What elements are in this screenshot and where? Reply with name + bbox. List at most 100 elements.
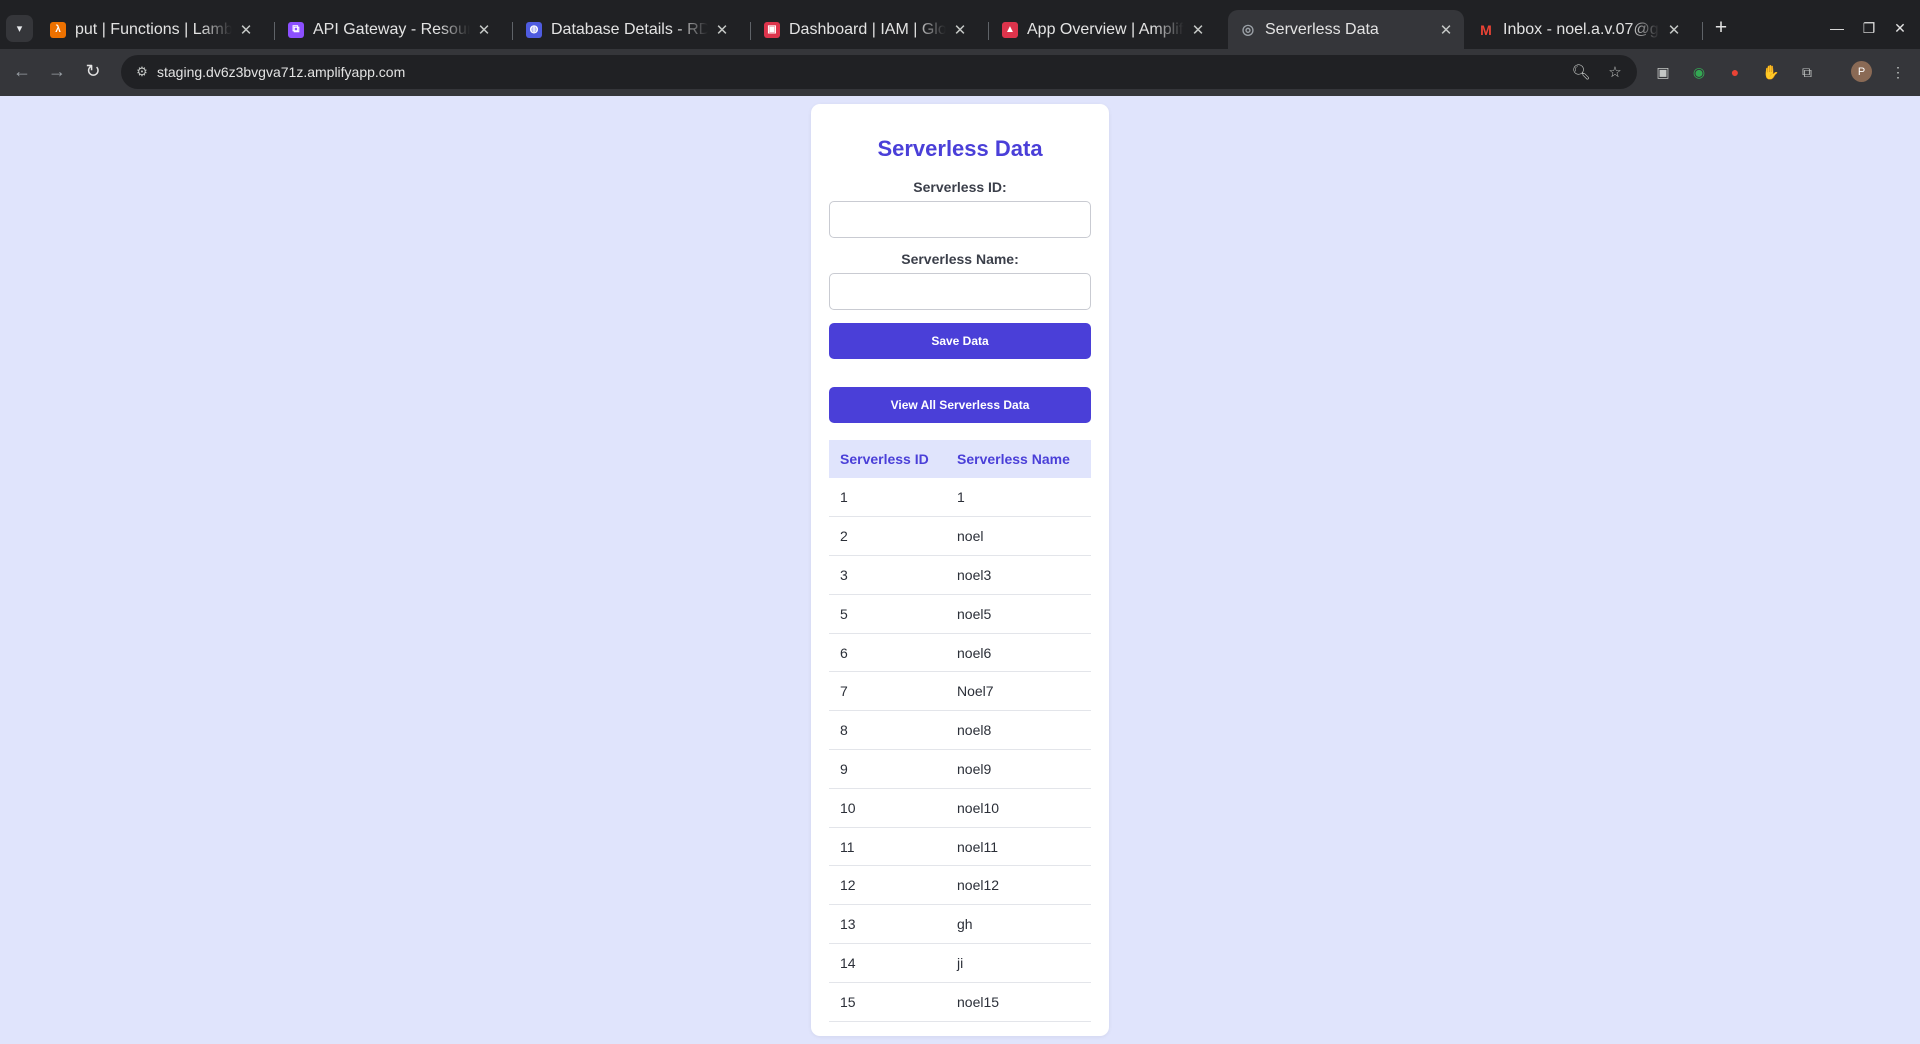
table-row: 3 noel3 bbox=[829, 555, 1091, 595]
table-row: 11 bbox=[829, 478, 1091, 518]
globe-icon: ◎ bbox=[1241, 21, 1255, 37]
chevron-down-icon: ▾ bbox=[16, 23, 23, 35]
cell-serverless-name: noel6 bbox=[946, 633, 1091, 673]
serverless-id-input[interactable] bbox=[829, 201, 1091, 238]
close-icon[interactable]: ✕ bbox=[1190, 21, 1206, 39]
table-row: 8 noel8 bbox=[829, 710, 1091, 751]
serverless-name-label: Serverless Name: bbox=[901, 251, 1019, 267]
amplify-icon: ▲ bbox=[1002, 21, 1018, 38]
tab-rds[interactable]: ◍ Database Details - RDS ✕ bbox=[514, 10, 740, 49]
close-icon[interactable]: ✕ bbox=[714, 21, 730, 39]
cell-serverless-id: 12 bbox=[829, 865, 946, 906]
cell-serverless-name: 1 bbox=[946, 478, 1091, 518]
close-icon[interactable]: ✕ bbox=[238, 21, 254, 39]
lambda-icon: λ bbox=[50, 21, 66, 38]
profile-avatar[interactable]: P bbox=[1851, 61, 1872, 82]
cell-serverless-name: noel12 bbox=[946, 865, 1091, 906]
cell-serverless-name: noel11 bbox=[946, 827, 1091, 867]
cell-serverless-name: noel9 bbox=[946, 749, 1091, 789]
cell-serverless-id: 11 bbox=[829, 827, 946, 867]
serverless-form-card: Serverless Data Serverless ID: Serverles… bbox=[811, 104, 1109, 1036]
cell-serverless-id: 15 bbox=[829, 982, 946, 1022]
table-row: 2 noel bbox=[829, 516, 1091, 557]
reload-icon: ↻ bbox=[85, 60, 101, 81]
cell-serverless-id: 5 bbox=[829, 594, 946, 634]
table-row: 11 noel11 bbox=[829, 827, 1091, 867]
serverless-data-table: Serverless ID Serverless Name 1 1 2 noel 3 no… bbox=[829, 440, 1091, 1022]
cell-serverless-name: ji bbox=[946, 943, 1091, 983]
tab-amplify[interactable]: ▲ App Overview | Amplify ✕ bbox=[990, 10, 1216, 49]
gmail-icon: M bbox=[1480, 21, 1492, 38]
more-menu-icon[interactable]: ⋮ bbox=[1887, 61, 1909, 83]
cell-serverless-id: 14 bbox=[829, 943, 946, 983]
tab-separator bbox=[274, 22, 275, 40]
tab-search-icon[interactable]: ▣ bbox=[1652, 61, 1674, 83]
column-header-name: Serverless Name bbox=[946, 440, 1091, 478]
forward-button[interactable]: → bbox=[45, 59, 69, 83]
close-icon[interactable]: ✕ bbox=[952, 21, 968, 39]
tab-iam[interactable]: ▣ Dashboard | IAM | Global ✕ bbox=[752, 10, 978, 49]
close-window-button[interactable]: ✕ bbox=[1888, 16, 1912, 40]
cell-serverless-id: 3 bbox=[829, 555, 946, 595]
zoom-icon[interactable]: 🔍︎ bbox=[1571, 62, 1591, 82]
extensions-puzzle-icon[interactable]: ⧉ bbox=[1796, 61, 1818, 83]
cell-serverless-id: 1 bbox=[829, 478, 946, 518]
bookmark-star-icon[interactable]: ☆ bbox=[1605, 62, 1625, 82]
table-row: 10 noel10 bbox=[829, 788, 1091, 828]
cell-serverless-id: 10 bbox=[829, 788, 946, 828]
site-info-icon[interactable]: ⚙ bbox=[133, 63, 151, 81]
hand-extension-icon[interactable]: ✋ bbox=[1760, 61, 1782, 83]
table-row: 15 noel15 bbox=[829, 982, 1091, 1022]
cell-serverless-name: noel10 bbox=[946, 788, 1091, 828]
table-row: 13 gh bbox=[829, 904, 1091, 945]
cell-serverless-name: noel5 bbox=[946, 594, 1091, 634]
reload-button[interactable]: ↻ bbox=[81, 59, 105, 83]
table-header-row: Serverless ID Serverless Name bbox=[829, 440, 1091, 478]
view-all-data-button[interactable]: View All Serverless Data bbox=[829, 387, 1091, 423]
table-row: 7 Noel7 bbox=[829, 671, 1091, 712]
arrow-right-icon: → bbox=[48, 60, 66, 81]
page-title: Serverless Data bbox=[877, 136, 1043, 161]
cell-serverless-id: 2 bbox=[829, 516, 946, 557]
serverless-id-label: Serverless ID: bbox=[913, 179, 1007, 195]
tab-lambda[interactable]: λ put | Functions | Lambda ✕ bbox=[38, 10, 264, 49]
close-icon[interactable]: ✕ bbox=[1666, 21, 1682, 39]
restore-icon: ❐ bbox=[1862, 19, 1876, 36]
eye-extension-icon[interactable]: ◉ bbox=[1688, 61, 1710, 83]
table-body: 1 1 2 noel 3 noel3 5 noel5 6 noel6 7 Noel7 8 noel8 9 no… bbox=[829, 478, 1091, 1022]
arrow-left-icon: ← bbox=[13, 60, 31, 81]
close-icon[interactable]: ✕ bbox=[476, 21, 492, 39]
table-row: 5 noel5 bbox=[829, 594, 1091, 634]
tab-separator bbox=[1702, 22, 1703, 40]
cell-serverless-id: 13 bbox=[829, 904, 946, 945]
cell-serverless-name: noel3 bbox=[946, 555, 1091, 595]
column-header-id: Serverless ID bbox=[829, 440, 946, 478]
back-button[interactable]: ← bbox=[10, 59, 34, 83]
table-row: 9 noel9 bbox=[829, 749, 1091, 789]
save-data-button[interactable]: Save Data bbox=[829, 323, 1091, 359]
minimize-button[interactable]: — bbox=[1825, 16, 1849, 40]
address-bar[interactable]: ⚙ staging.dv6z3bvgva71z.amplifyapp.com 🔍… bbox=[121, 55, 1637, 89]
url-text[interactable]: staging.dv6z3bvgva71z.amplifyapp.com bbox=[157, 64, 405, 80]
close-icon: ✕ bbox=[1894, 19, 1906, 36]
cell-serverless-id: 7 bbox=[829, 671, 946, 712]
tab-gmail[interactable]: M Inbox - noel.a.v.07@gmail.com ✕ bbox=[1466, 10, 1692, 49]
close-icon[interactable]: ✕ bbox=[1438, 21, 1454, 39]
new-tab-button[interactable]: + bbox=[1709, 16, 1733, 40]
cell-serverless-name: noel bbox=[946, 516, 1091, 557]
table-row: 14 ji bbox=[829, 943, 1091, 983]
tab-separator bbox=[512, 22, 513, 40]
browser-chrome: ▾ λ put | Functions | Lambda ✕ ⧉ API Gat… bbox=[0, 0, 1920, 96]
cell-serverless-name: gh bbox=[946, 904, 1091, 945]
cell-serverless-name: noel8 bbox=[946, 710, 1091, 751]
serverless-name-input[interactable] bbox=[829, 273, 1091, 310]
tab-serverless-data[interactable]: ◎ Serverless Data ✕ bbox=[1228, 10, 1464, 49]
tab-search-button[interactable]: ▾ bbox=[6, 15, 33, 42]
cell-serverless-id: 6 bbox=[829, 633, 946, 673]
iam-icon: ▣ bbox=[764, 21, 780, 38]
tab-api-gateway[interactable]: ⧉ API Gateway - Resources ✕ bbox=[276, 10, 502, 49]
table-row: 12 noel12 bbox=[829, 865, 1091, 906]
red-extension-icon[interactable]: ● bbox=[1724, 61, 1746, 83]
restore-button[interactable]: ❐ bbox=[1857, 16, 1881, 40]
cell-serverless-name: Noel7 bbox=[946, 671, 1091, 712]
